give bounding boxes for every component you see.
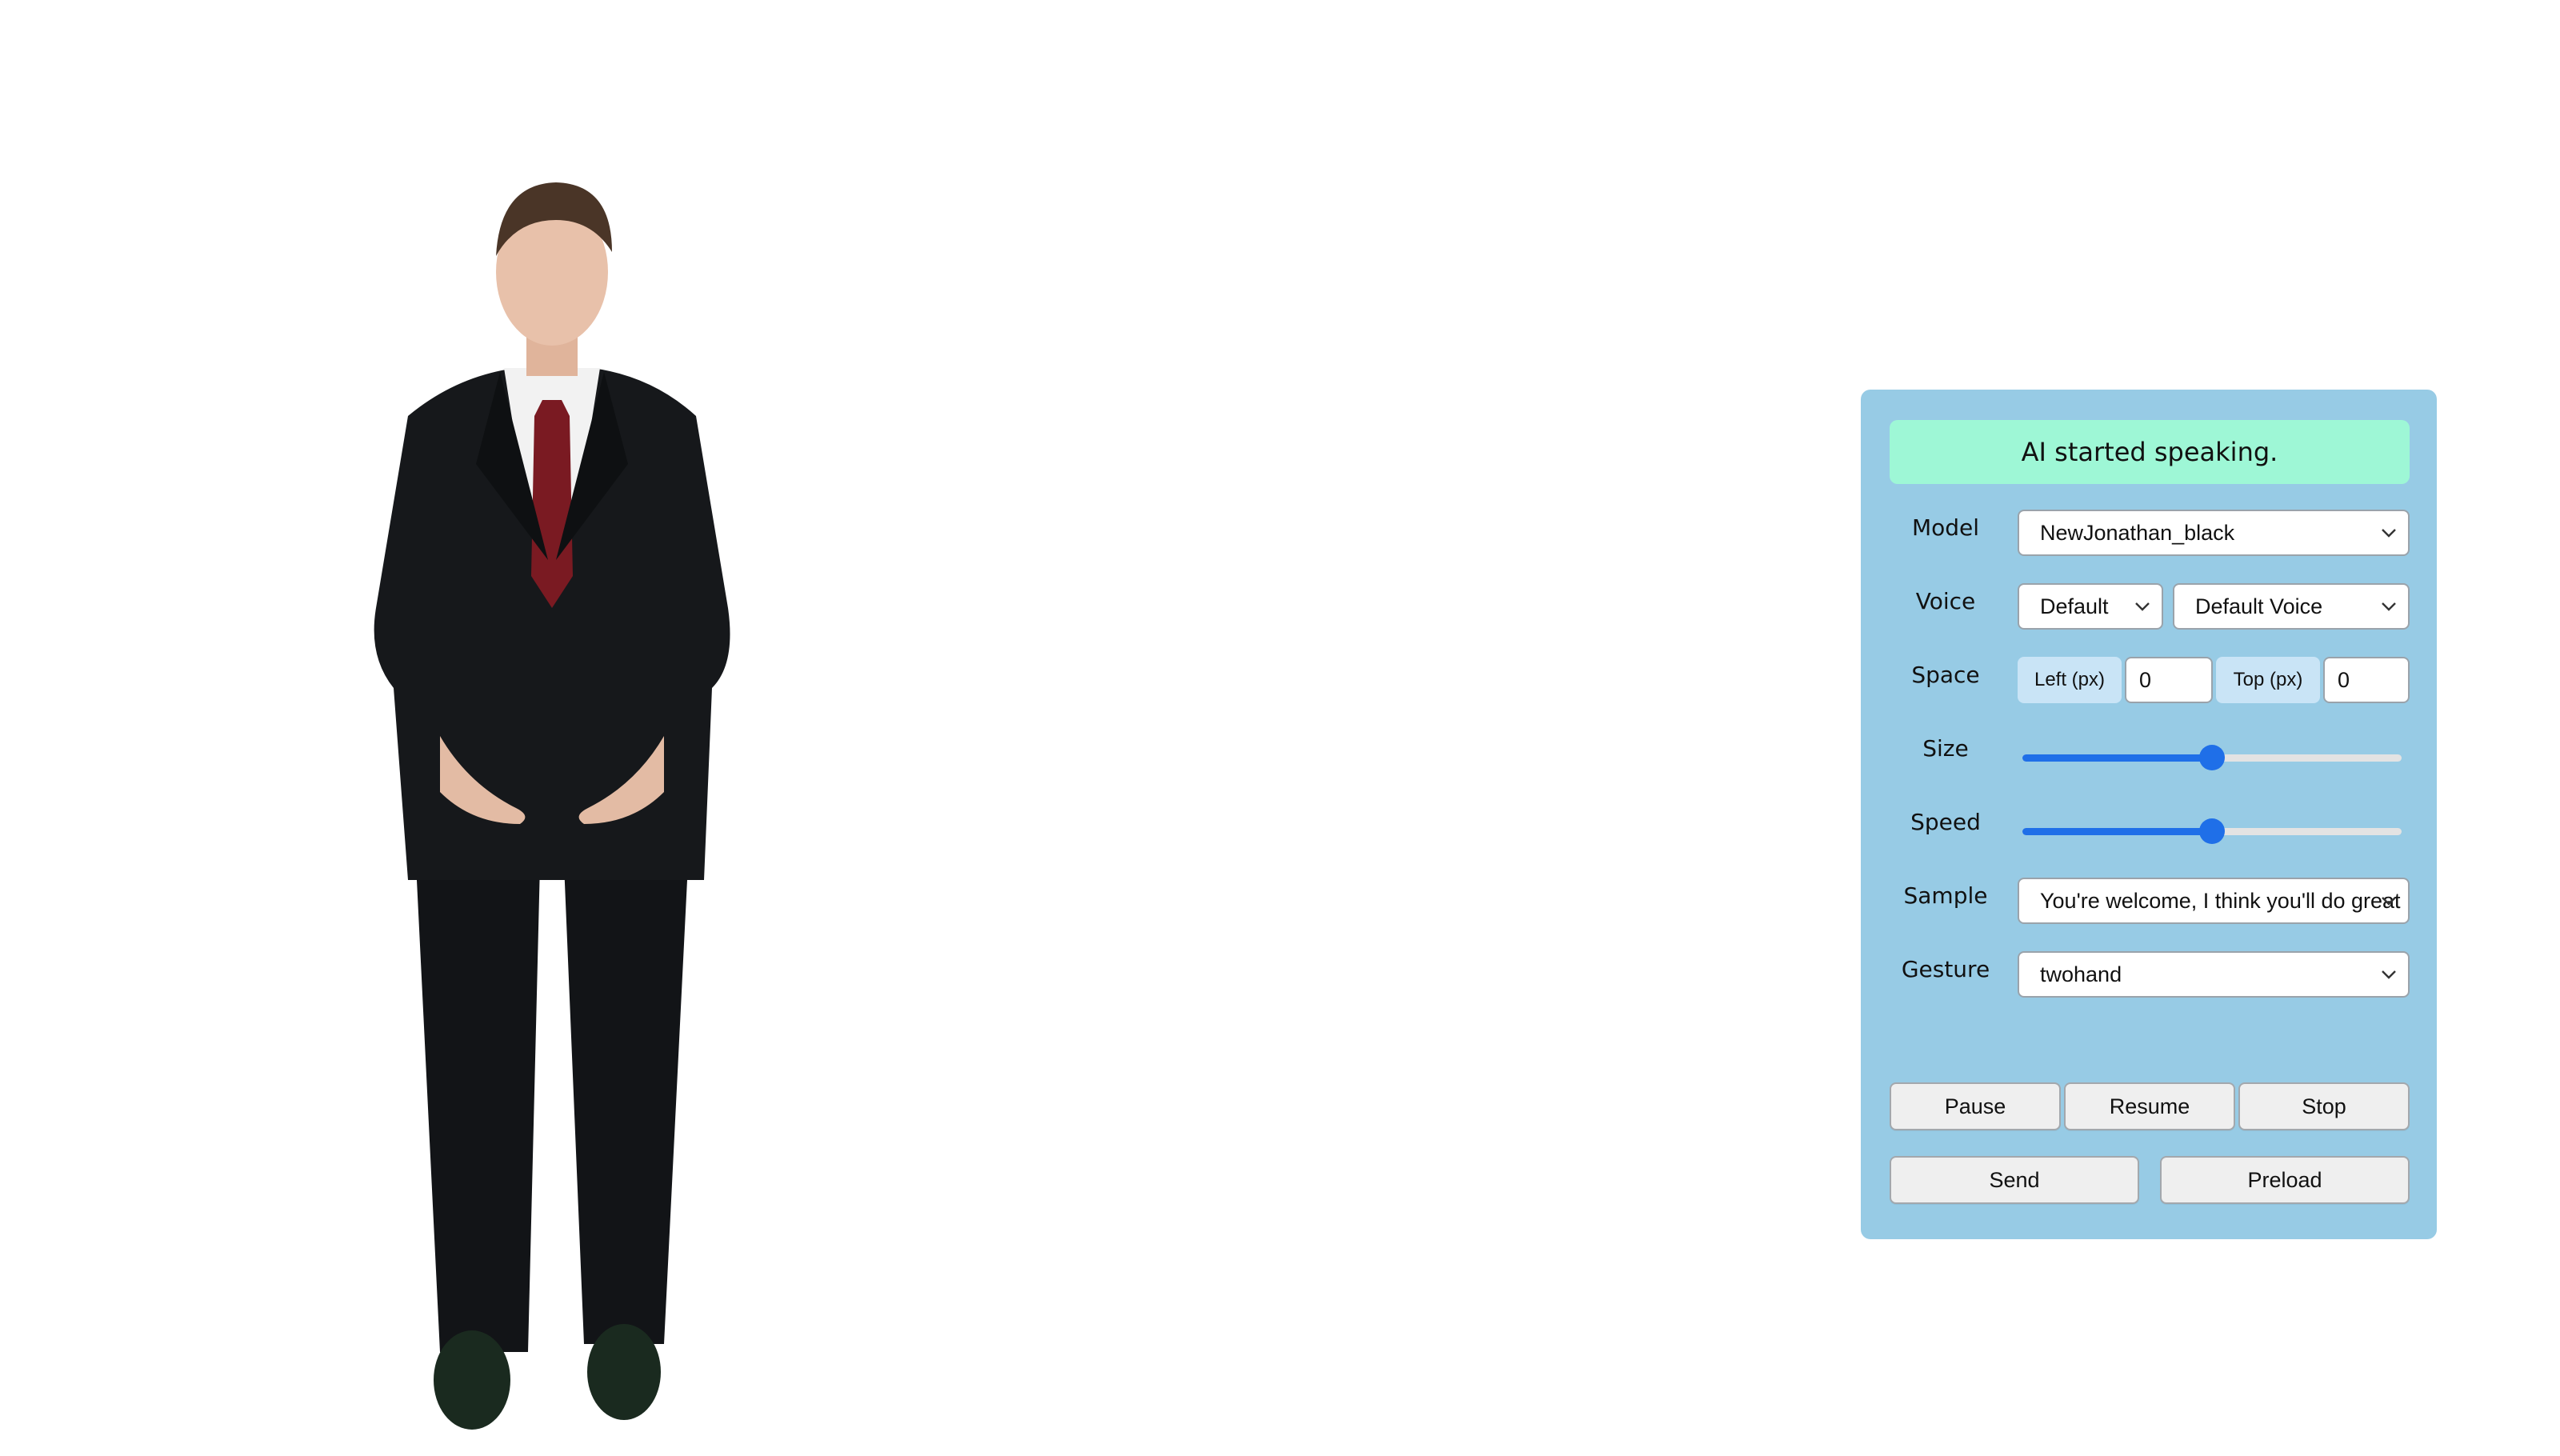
- sample-select[interactable]: You're welcome, I think you'll do great: [2018, 878, 2410, 924]
- avatar-control-panel: AI started speaking. Model NewJonathan_b…: [1861, 390, 2437, 1239]
- size-slider[interactable]: [2022, 742, 2402, 774]
- sample-select-value: You're welcome, I think you'll do great: [2040, 888, 2401, 913]
- stop-button[interactable]: Stop: [2238, 1082, 2410, 1130]
- top-px-label: Top (px): [2216, 657, 2320, 703]
- resume-button[interactable]: Resume: [2064, 1082, 2235, 1130]
- left-px-label: Left (px): [2018, 657, 2122, 703]
- speed-slider-fill: [2022, 828, 2212, 835]
- speed-label: Speed: [1910, 809, 1981, 835]
- gesture-label: Gesture: [1901, 956, 1990, 982]
- chevron-down-icon: [2381, 896, 2397, 906]
- status-banner: AI started speaking.: [1890, 420, 2410, 484]
- chevron-down-icon: [2381, 970, 2397, 979]
- ai-avatar: [336, 176, 768, 1456]
- pause-button[interactable]: Pause: [1890, 1082, 2061, 1130]
- model-select[interactable]: NewJonathan_black: [2018, 510, 2410, 556]
- voice-select[interactable]: Default Voice: [2173, 583, 2410, 630]
- model-label: Model: [1911, 514, 1980, 541]
- speed-slider-thumb[interactable]: [2199, 818, 2225, 844]
- speed-slider[interactable]: [2022, 815, 2402, 847]
- gesture-select-value: twohand: [2040, 962, 2122, 986]
- size-label: Size: [1922, 735, 1969, 762]
- space-label: Space: [1911, 662, 1980, 688]
- chevron-down-icon: [2134, 602, 2150, 611]
- top-px-input[interactable]: 0: [2323, 657, 2410, 703]
- left-px-input[interactable]: 0: [2125, 657, 2213, 703]
- voice-label: Voice: [1915, 588, 1976, 614]
- gesture-select[interactable]: twohand: [2018, 951, 2410, 998]
- size-slider-fill: [2022, 754, 2212, 762]
- send-button[interactable]: Send: [1890, 1156, 2139, 1204]
- chevron-down-icon: [2381, 528, 2397, 538]
- model-select-value: NewJonathan_black: [2040, 520, 2235, 545]
- voice-value: Default Voice: [2195, 594, 2323, 618]
- chevron-down-icon: [2381, 602, 2397, 611]
- person-avatar-icon: [374, 182, 730, 1430]
- size-slider-thumb[interactable]: [2199, 745, 2225, 770]
- preload-button[interactable]: Preload: [2160, 1156, 2410, 1204]
- voice-engine-select[interactable]: Default: [2018, 583, 2163, 630]
- sample-label: Sample: [1903, 882, 1988, 909]
